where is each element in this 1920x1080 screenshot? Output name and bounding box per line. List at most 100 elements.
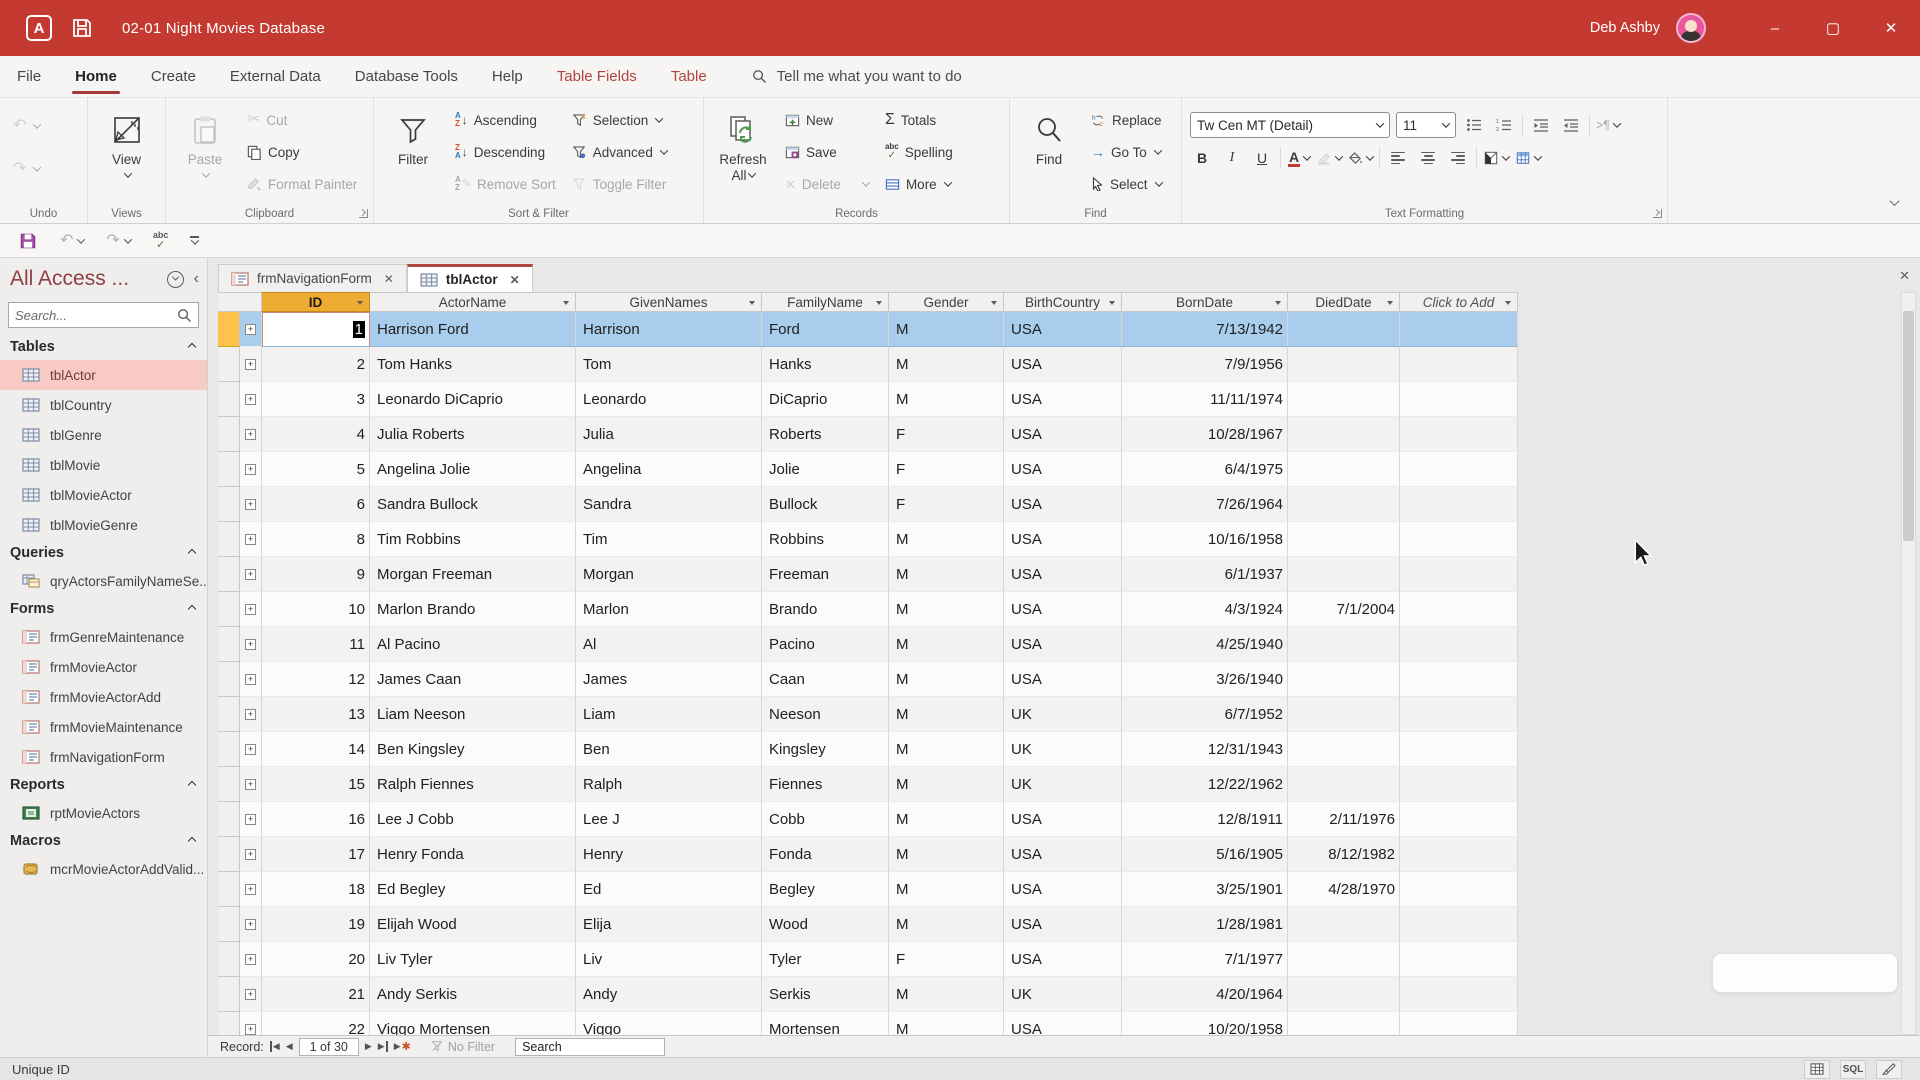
cell-id[interactable]: 17 (262, 837, 370, 872)
table-row[interactable]: +10Marlon BrandoMarlonBrandoMUSA4/3/1924… (218, 592, 1518, 627)
cell-gender[interactable]: F (889, 487, 1004, 522)
cell-died[interactable] (1288, 627, 1400, 662)
nav-item-tblCountry[interactable]: tblCountry (0, 390, 207, 420)
minimize-button[interactable]: – (1746, 0, 1804, 56)
selection-button[interactable]: Selection (567, 104, 672, 136)
cell-born[interactable]: 10/28/1967 (1122, 417, 1288, 452)
cell-died[interactable]: 2/11/1976 (1288, 802, 1400, 837)
menu-tab-external-data[interactable]: External Data (213, 56, 338, 97)
replace-button[interactable]: bc Replace (1086, 104, 1167, 136)
last-record-button[interactable]: ▶ (378, 1041, 388, 1052)
record-selector[interactable] (218, 907, 240, 942)
cell-family[interactable]: DiCaprio (762, 382, 889, 417)
cell-id[interactable]: 5 (262, 452, 370, 487)
record-selector[interactable] (218, 382, 240, 417)
redo-button[interactable]: ↷ (8, 153, 45, 185)
cell-given[interactable]: Lee J (576, 802, 762, 837)
nav-search-input[interactable]: Search... (8, 302, 199, 328)
cell-family[interactable]: Kingsley (762, 732, 889, 767)
record-selector[interactable] (218, 697, 240, 732)
cell-born[interactable]: 7/13/1942 (1122, 312, 1288, 347)
record-selector[interactable] (218, 592, 240, 627)
expand-record-button[interactable]: + (240, 1012, 262, 1035)
expand-record-button[interactable]: + (240, 907, 262, 942)
table-row[interactable]: +19Elijah WoodElijaWoodMUSA1/28/1981 (218, 907, 1518, 942)
qat-spelling-button[interactable]: abc✓ (153, 231, 169, 251)
view-button[interactable]: View (96, 104, 157, 200)
font-color-button[interactable]: A (1287, 146, 1311, 170)
column-dropdown-icon[interactable] (1109, 301, 1115, 305)
cell-gender[interactable]: M (889, 592, 1004, 627)
column-header-Click-to-Add[interactable]: Click to Add (1400, 292, 1518, 312)
cell-id[interactable]: 9 (262, 557, 370, 592)
cell-family[interactable]: Pacino (762, 627, 889, 662)
expand-record-button[interactable]: + (240, 417, 262, 452)
table-row[interactable]: +1Harrison FordHarrisonFordMUSA7/13/1942 (218, 312, 1518, 347)
cell-country[interactable]: USA (1004, 802, 1122, 837)
expand-record-button[interactable]: + (240, 732, 262, 767)
new-record-button[interactable]: New (780, 104, 874, 136)
scrollbar-thumb[interactable] (1903, 311, 1914, 541)
sort-ascending-button[interactable]: AZ↓ Ascending (450, 104, 561, 136)
cell-actor[interactable]: Elijah Wood (370, 907, 576, 942)
cell-given[interactable]: Liv (576, 942, 762, 977)
cell-family[interactable]: Neeson (762, 697, 889, 732)
cell-country[interactable]: USA (1004, 627, 1122, 662)
cell-born[interactable]: 6/1/1937 (1122, 557, 1288, 592)
cell-country[interactable]: UK (1004, 767, 1122, 802)
expand-record-button[interactable]: + (240, 977, 262, 1012)
cell-actor[interactable]: Marlon Brando (370, 592, 576, 627)
cell-add[interactable] (1400, 592, 1518, 627)
cell-died[interactable] (1288, 417, 1400, 452)
cell-born[interactable]: 5/16/1905 (1122, 837, 1288, 872)
expand-record-button[interactable]: + (240, 452, 262, 487)
cell-given[interactable]: Elija (576, 907, 762, 942)
cell-died[interactable] (1288, 312, 1400, 347)
cell-id[interactable]: 14 (262, 732, 370, 767)
expand-record-button[interactable]: + (240, 697, 262, 732)
cell-family[interactable]: Fonda (762, 837, 889, 872)
cell-born[interactable]: 4/3/1924 (1122, 592, 1288, 627)
cell-family[interactable]: Ford (762, 312, 889, 347)
expand-record-button[interactable]: + (240, 942, 262, 977)
cell-gender[interactable]: M (889, 732, 1004, 767)
cell-country[interactable]: USA (1004, 557, 1122, 592)
table-row[interactable]: +21Andy SerkisAndySerkisMUK4/20/1964 (218, 977, 1518, 1012)
menu-tab-database-tools[interactable]: Database Tools (338, 56, 475, 97)
cell-actor[interactable]: Ben Kingsley (370, 732, 576, 767)
rtl-paragraph-button[interactable]: >¶ (1596, 113, 1620, 137)
cell-id[interactable]: 6 (262, 487, 370, 522)
cell-id[interactable]: 13 (262, 697, 370, 732)
cell-country[interactable]: USA (1004, 522, 1122, 557)
cell-family[interactable]: Wood (762, 907, 889, 942)
table-row[interactable]: +22Viggo MortensenViggoMortensenMUSA10/2… (218, 1012, 1518, 1035)
align-center-button[interactable] (1416, 146, 1440, 170)
record-selector[interactable] (218, 837, 240, 872)
cut-button[interactable]: ✂Cut (242, 104, 362, 136)
select-button[interactable]: Select (1086, 168, 1167, 200)
cell-country[interactable]: UK (1004, 732, 1122, 767)
cell-country[interactable]: USA (1004, 942, 1122, 977)
cell-country[interactable]: UK (1004, 977, 1122, 1012)
cell-actor[interactable]: Lee J Cobb (370, 802, 576, 837)
record-selector[interactable] (218, 627, 240, 662)
text-formatting-dialog-launcher[interactable] (1653, 209, 1662, 218)
more-button[interactable]: More (880, 168, 958, 200)
totals-button[interactable]: ΣTotals (880, 104, 958, 136)
expand-record-button[interactable]: + (240, 347, 262, 382)
cell-gender[interactable]: M (889, 347, 1004, 382)
cell-family[interactable]: Bullock (762, 487, 889, 522)
cell-id[interactable]: 8 (262, 522, 370, 557)
nav-item-tblActor[interactable]: tblActor (0, 360, 207, 390)
table-row[interactable]: +20Liv TylerLivTylerFUSA7/1/1977 (218, 942, 1518, 977)
expand-record-button[interactable]: + (240, 872, 262, 907)
expand-record-button[interactable]: + (240, 837, 262, 872)
cell-born[interactable]: 12/31/1943 (1122, 732, 1288, 767)
column-dropdown-icon[interactable] (1505, 301, 1511, 305)
cell-add[interactable] (1400, 557, 1518, 592)
menu-tab-table-fields[interactable]: Table Fields (540, 56, 654, 97)
table-row[interactable]: +2Tom HanksTomHanksMUSA7/9/1956 (218, 347, 1518, 382)
previous-record-button[interactable]: ◀ (286, 1041, 293, 1052)
cell-died[interactable]: 7/1/2004 (1288, 592, 1400, 627)
record-selector[interactable] (218, 557, 240, 592)
